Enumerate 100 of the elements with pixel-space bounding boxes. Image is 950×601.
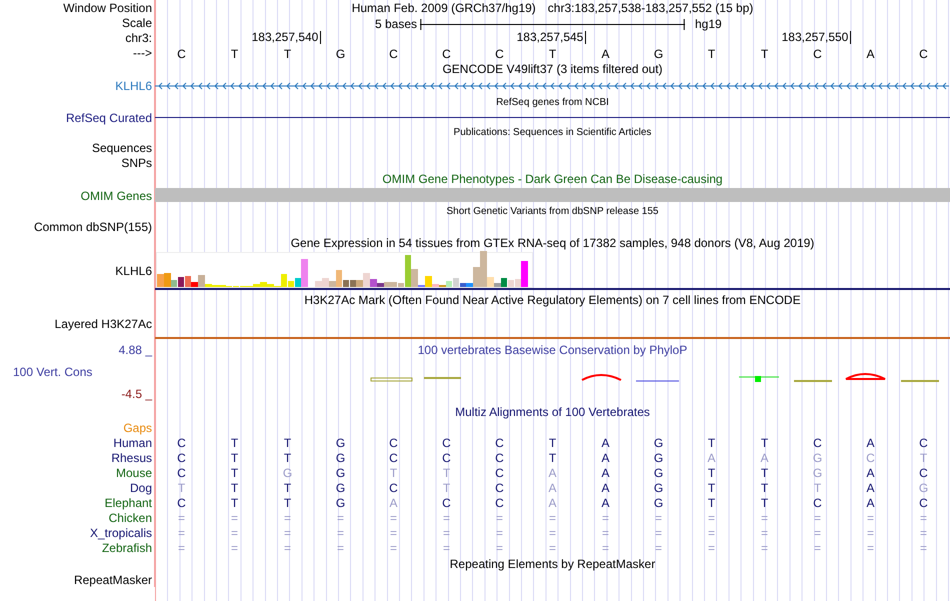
alignment-base: = — [390, 540, 397, 554]
alignment-base: = — [866, 540, 874, 554]
alignment-base: = — [920, 526, 927, 540]
base-letter: A — [866, 46, 874, 63]
alignment-base: C — [495, 496, 504, 510]
alignment-base: A — [548, 480, 556, 494]
base-letter: C — [919, 46, 928, 63]
alignment-base: A — [601, 466, 610, 480]
alignment-base: A — [707, 450, 716, 464]
alignment-base: C — [495, 480, 504, 494]
base-letter: T — [760, 46, 768, 63]
alignment-base: = — [442, 526, 450, 540]
alignment-base: = — [336, 510, 344, 524]
base-letter: T — [230, 46, 238, 63]
alignment-base: A — [866, 466, 874, 480]
row-label: Scale — [122, 16, 152, 30]
row-label: chr3: — [125, 30, 152, 44]
species-label: Elephant — [104, 496, 152, 510]
alignment-base: T — [708, 480, 716, 494]
alignment-base: T — [814, 480, 822, 494]
alignment-base: = — [814, 540, 821, 554]
alignment-base: = — [336, 540, 344, 554]
alignment-base: T — [284, 480, 292, 494]
alignment-base: = — [284, 540, 291, 554]
track-title: GENCODE V49lift37 (3 items filtered out) — [442, 60, 663, 78]
alignment-base: T — [284, 496, 292, 510]
alignment-base: G — [336, 496, 346, 510]
track-label: Layered H3K27Ac — [54, 316, 152, 330]
alignment-base: = — [442, 510, 450, 524]
alignment-base: G — [654, 466, 664, 480]
alignment-base: = — [230, 540, 238, 554]
scale-text: 5 bases — [374, 16, 417, 33]
alignment-base: = — [760, 526, 768, 540]
alignment-base: T — [442, 466, 450, 480]
alignment-base: C — [919, 466, 928, 480]
base-letter: A — [601, 46, 610, 63]
alignment-base: A — [760, 450, 768, 464]
alignment-base: C — [389, 450, 398, 464]
alignment-base: G — [654, 450, 664, 464]
alignment-base: C — [919, 496, 928, 510]
alignment-base: = — [230, 510, 238, 524]
position-tick: 183,257,545 — [516, 31, 586, 44]
track-title: Gene Expression in 54 tissues from GTEx RNA-seq of 17382 samples, 948 donors (V8, Aug 2019) — [290, 234, 814, 252]
alignment-base: C — [495, 450, 504, 464]
alignment-base: C — [389, 436, 398, 450]
alignment-base: = — [284, 526, 291, 540]
alignment-base: G — [812, 466, 822, 480]
alignment-base: = — [654, 510, 662, 524]
alignment-base: G — [282, 466, 292, 480]
alignment-base: G — [336, 480, 346, 494]
row-label: Window Position — [63, 0, 152, 14]
alignment-base: T — [760, 496, 768, 510]
alignment-base: = — [920, 510, 927, 524]
track-label: Gaps — [123, 420, 152, 434]
position-tick: 183,257,540 — [252, 31, 322, 44]
alignment-base: T — [708, 436, 716, 450]
alignment-base: = — [814, 526, 821, 540]
alignment-base: = — [548, 526, 556, 540]
track-title: Multiz Alignments of 100 Vertebrates — [455, 404, 650, 420]
alignment-base: = — [178, 526, 185, 540]
alignment-base: T — [708, 466, 716, 480]
assembly-title: Human Feb. 2009 (GRCh37/hg19) — [352, 0, 536, 16]
axis-max-label: 4.88 _ — [118, 343, 154, 357]
track-label: RepeatMasker — [74, 572, 152, 586]
alignment-base: = — [654, 526, 662, 540]
base-letter: T — [708, 46, 716, 63]
position-tick: 183,257,550 — [782, 31, 852, 44]
alignment-base: T — [390, 466, 398, 480]
alignment-base: = — [230, 526, 238, 540]
alignment-base: C — [919, 436, 928, 450]
alignment-base: C — [389, 480, 398, 494]
alignment-base: A — [866, 480, 874, 494]
species-label: Chicken — [108, 510, 152, 524]
alignment-base: T — [230, 480, 238, 494]
alignment-base: T — [230, 450, 238, 464]
alignment-base: C — [442, 496, 451, 510]
alignment-base: G — [918, 480, 928, 494]
alignment-base: T — [284, 450, 292, 464]
alignment-base: A — [601, 496, 610, 510]
alignment-base: C — [866, 450, 875, 464]
alignment-base: C — [177, 436, 186, 450]
track-label: RefSeq Curated — [66, 110, 152, 124]
alignment-base: T — [442, 480, 450, 494]
alignment-base: = — [708, 510, 715, 524]
alignment-base: = — [708, 540, 715, 554]
alignment-base: A — [601, 480, 610, 494]
alignment-base: G — [654, 480, 664, 494]
alignment-base: A — [548, 496, 556, 510]
alignment-base: G — [336, 450, 346, 464]
alignment-base: = — [336, 526, 344, 540]
alignment-base: C — [813, 496, 822, 510]
track-title: Repeating Elements by RepeatMasker — [450, 556, 656, 572]
alignment-base: C — [177, 466, 186, 480]
gene-label: KLHL6 — [115, 79, 152, 93]
alignment-base: = — [866, 526, 874, 540]
axis-min-label: -4.5 _ — [121, 387, 154, 401]
alignment-base: T — [760, 466, 768, 480]
alignment-base: A — [601, 436, 610, 450]
base-letter: C — [495, 46, 504, 63]
alignment-base: T — [708, 496, 716, 510]
